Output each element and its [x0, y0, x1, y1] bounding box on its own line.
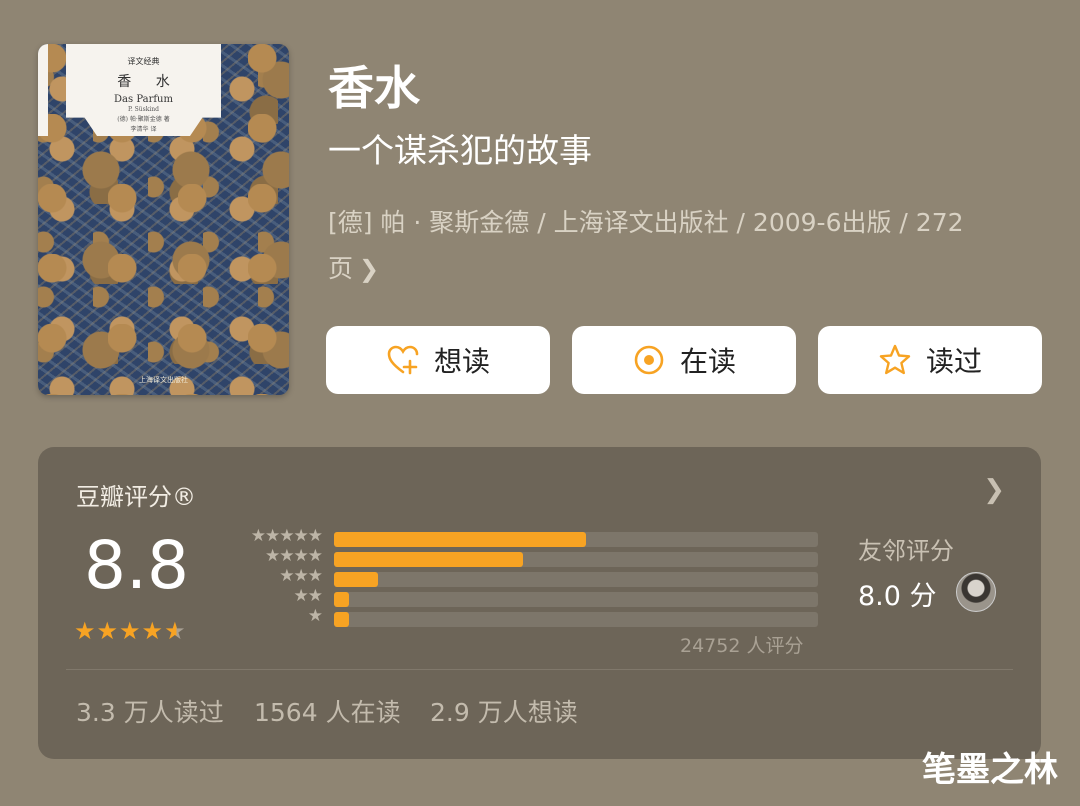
cover-author-latin: P. Süskind	[128, 106, 159, 113]
star-outline-icon	[878, 343, 912, 377]
book-cover[interactable]: 译文经典 香 水 Das Parfum P. Süskind (德) 帕·聚斯金…	[38, 44, 289, 395]
rating-bar-track	[334, 612, 818, 627]
rating-row-stars: ★★★	[279, 566, 323, 586]
rating-bar-track	[334, 592, 818, 607]
rating-row: ★	[234, 606, 820, 627]
stat-read[interactable]: 3.3 万人读过	[76, 693, 224, 729]
star-icon: ★	[119, 617, 142, 645]
cover-series: 译文经典	[127, 57, 160, 66]
book-meta-line1: [德] 帕 · 聚斯金德 / 上海译文出版社 / 2009-6出版 / 272	[328, 208, 964, 237]
reading-label: 在读	[679, 345, 736, 378]
chevron-right-icon[interactable]: ❯	[983, 475, 1005, 505]
stat-reading[interactable]: 1564 人在读	[254, 693, 401, 729]
star-icon: ★	[74, 617, 97, 645]
rating-row: ★★★★	[234, 546, 820, 567]
book-meta-line2: 页	[328, 254, 354, 283]
cover-label: 译文经典 香 水 Das Parfum P. Süskind (德) 帕·聚斯金…	[66, 44, 221, 136]
book-title: 香水	[328, 61, 420, 115]
cover-publisher: 上海译文出版社	[139, 376, 188, 384]
chevron-right-icon: ❯	[359, 255, 380, 283]
rating-row-stars: ★	[307, 606, 323, 626]
half-star-icon: ★	[164, 617, 187, 645]
cover-translator: 李清华 译	[130, 126, 157, 133]
rating-bar-track	[334, 552, 818, 567]
rating-card[interactable]: 豆瓣评分® ❯ 8.8 ★★★★★ ★★★★★ ★★★★ ★★★ ★★ ★ 24752 …	[38, 447, 1041, 759]
rating-row-stars: ★★★★	[265, 546, 323, 566]
divider	[66, 669, 1013, 670]
reading-button[interactable]: 在读	[572, 326, 796, 394]
rating-row-stars: ★★★★★	[250, 526, 323, 546]
rating-bar-fill	[334, 572, 378, 587]
rating-count: 24752 人评分	[680, 635, 804, 657]
have-read-button[interactable]: 读过	[818, 326, 1042, 394]
cover-strip	[38, 44, 48, 136]
avatar[interactable]	[956, 572, 996, 612]
star-icon: ★	[96, 617, 120, 645]
have-read-label: 读过	[925, 345, 982, 378]
watermark: 笔墨之林	[922, 750, 1058, 790]
cover-author: (德) 帕·聚斯金德 著	[117, 116, 170, 123]
book-subtitle: 一个谋杀犯的故事	[328, 131, 592, 170]
rating-row: ★★★	[234, 566, 820, 587]
cover-title: 香 水	[117, 74, 180, 90]
friend-rating-score: 8.0 分	[858, 581, 937, 612]
book-meta[interactable]: [德] 帕 · 聚斯金德 / 上海译文出版社 / 2009-6出版 / 272 …	[328, 200, 1028, 292]
rating-row-stars: ★★	[293, 586, 324, 606]
rating-bar-track	[334, 572, 818, 587]
rating-row: ★★★★★	[234, 526, 820, 547]
cover-original-title: Das Parfum	[114, 94, 173, 105]
target-icon	[632, 343, 666, 377]
rating-bar-fill	[334, 592, 349, 607]
star-icon: ★	[141, 617, 165, 645]
rating-bar-track	[334, 532, 818, 547]
want-to-read-label: 想读	[433, 345, 490, 378]
want-to-read-button[interactable]: 想读	[326, 326, 550, 394]
rating-score: 8.8	[84, 527, 189, 604]
heart-plus-icon	[386, 343, 420, 377]
rating-bar-fill	[334, 612, 349, 627]
stat-want[interactable]: 2.9 万人想读	[430, 693, 578, 729]
rating-row: ★★	[234, 586, 820, 607]
rating-bar-fill	[334, 552, 523, 567]
friend-rating-label: 友邻评分	[858, 537, 954, 565]
rating-title: 豆瓣评分®	[76, 483, 196, 511]
rating-stars: ★★★★★	[74, 617, 187, 645]
rating-bar-fill	[334, 532, 586, 547]
